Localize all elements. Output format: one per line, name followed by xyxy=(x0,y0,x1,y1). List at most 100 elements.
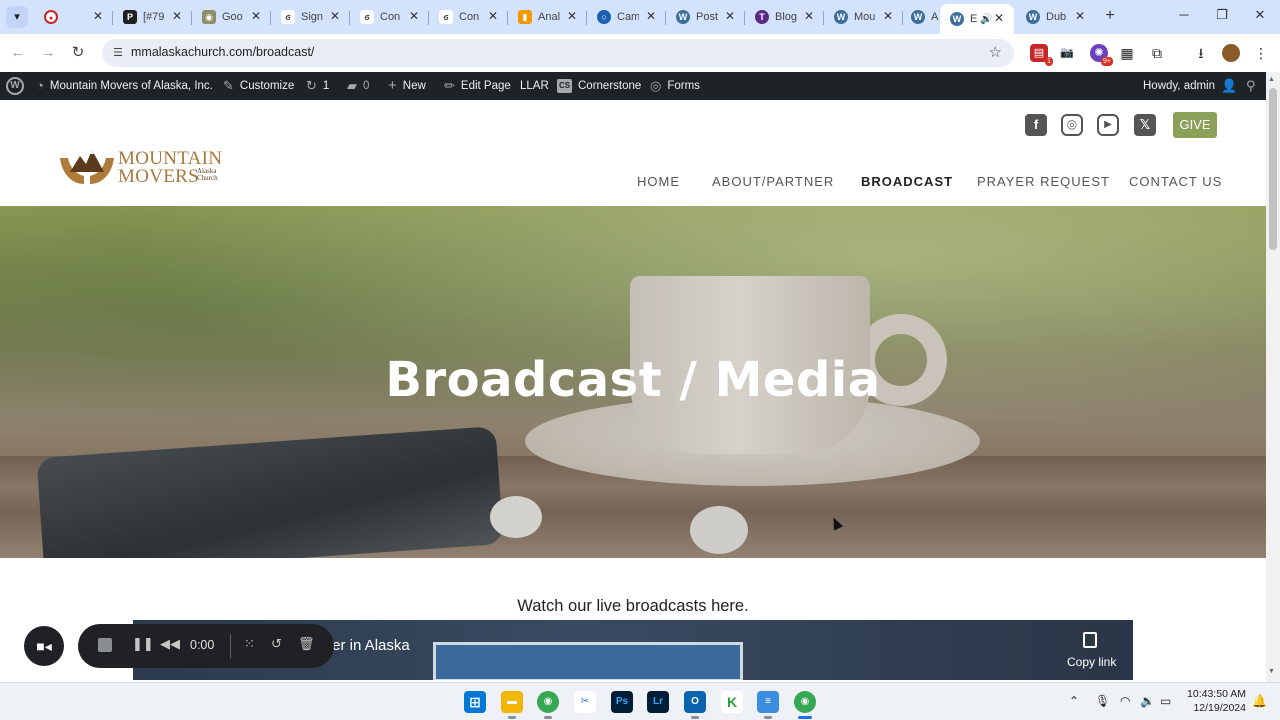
stop-record-icon[interactable] xyxy=(98,638,112,652)
nav-home[interactable]: HOME xyxy=(637,174,680,189)
close-tab-icon[interactable]: ✕ xyxy=(994,11,1004,25)
nav-broadcast[interactable]: BROADCAST xyxy=(861,174,953,189)
close-tab-icon[interactable]: ✕ xyxy=(251,9,261,23)
apps-grid-icon[interactable]: ▦ xyxy=(1118,44,1136,62)
edit-page-link[interactable]: ✏ Edit Page xyxy=(444,72,511,100)
close-tab-icon[interactable]: ✕ xyxy=(409,9,419,23)
close-tab-icon[interactable]: ✕ xyxy=(330,9,340,23)
customize-link[interactable]: ✎ Customize xyxy=(223,72,294,100)
admin-search-icon[interactable]: ⚲ xyxy=(1246,72,1256,100)
notepad-icon[interactable]: ≡ xyxy=(757,691,779,713)
scroll-down-icon[interactable]: ▼ xyxy=(1268,668,1275,675)
youtube-icon[interactable]: ▶ xyxy=(1097,114,1119,136)
browser-tab-active[interactable]: W E 🔊 ✕ xyxy=(940,4,1014,34)
new-tab-button[interactable]: + xyxy=(1100,6,1120,26)
audio-playing-icon[interactable]: 🔊 xyxy=(980,14,992,25)
browser-tab[interactable]: ○ Cam ✕ xyxy=(587,4,666,30)
cornerstone-link[interactable]: CS Cornerstone xyxy=(557,72,641,100)
battery-icon[interactable]: ▭ xyxy=(1160,694,1171,708)
copy-link-icon[interactable] xyxy=(1083,632,1097,648)
close-tab-icon[interactable]: ✕ xyxy=(725,9,735,23)
browser-tab[interactable]: W Post ✕ xyxy=(666,4,745,30)
browser-tab[interactable]: T Blog ✕ xyxy=(745,4,824,30)
llar-link[interactable]: LLAR xyxy=(520,72,549,100)
close-tab-icon[interactable]: ✕ xyxy=(488,9,498,23)
lightroom-icon[interactable]: Lr xyxy=(647,691,669,713)
extension-icon[interactable]: ✺ 9+ xyxy=(1090,44,1113,66)
extensions-puzzle-icon[interactable]: ⧉ xyxy=(1148,44,1166,62)
comments-link[interactable]: ▰ 0 xyxy=(347,72,369,100)
bookmark-star-icon[interactable]: ☆ xyxy=(989,43,1002,61)
facebook-icon[interactable]: f xyxy=(1025,114,1047,136)
site-info-icon[interactable]: ☰ xyxy=(110,45,126,61)
browser-tab[interactable]: ϭ Con ✕ xyxy=(429,4,508,30)
extension-icon[interactable]: ▤ 1 xyxy=(1030,44,1053,66)
close-tab-icon[interactable]: ✕ xyxy=(804,9,814,23)
restart-icon[interactable]: ↺ xyxy=(271,636,282,652)
tray-overflow-icon[interactable]: ⌃ xyxy=(1069,694,1079,708)
wifi-icon[interactable]: ◠ xyxy=(1120,694,1130,708)
browser-tab[interactable]: ● ✕ xyxy=(34,4,113,30)
browser-tab[interactable]: W Abo xyxy=(903,4,939,30)
file-explorer-icon[interactable]: ▬ xyxy=(501,691,523,713)
close-tab-icon[interactable]: ✕ xyxy=(1075,9,1085,23)
outlook-icon[interactable]: O xyxy=(684,691,706,713)
browser-tab[interactable]: ◉ Goo ✕ xyxy=(192,4,271,30)
scroll-up-icon[interactable]: ▲ xyxy=(1268,76,1275,83)
url-text[interactable]: mmalaskachurch.com/broadcast/ xyxy=(131,45,314,59)
site-logo[interactable]: MOUNTAIN MOVERS Alaska Church xyxy=(58,142,228,190)
camera-toggle-icon[interactable]: ■◂ xyxy=(24,626,64,666)
close-window-icon[interactable]: ✕ xyxy=(1250,7,1270,23)
close-tab-icon[interactable]: ✕ xyxy=(93,9,103,23)
updates-link[interactable]: ↻ 1 xyxy=(306,72,329,100)
give-button[interactable]: GIVE xyxy=(1173,112,1217,138)
restore-icon[interactable]: ❐ xyxy=(1212,7,1232,23)
back-icon[interactable]: ← xyxy=(8,43,28,63)
close-tab-icon[interactable]: ✕ xyxy=(172,9,182,23)
tab-search-icon[interactable]: ▾ xyxy=(6,6,28,28)
photoshop-icon[interactable]: Ps xyxy=(611,691,633,713)
volume-icon[interactable]: 🔉 xyxy=(1140,694,1155,708)
delete-icon[interactable]: 🗑 xyxy=(298,636,315,652)
close-tab-icon[interactable]: ✕ xyxy=(883,9,893,23)
menu-kebab-icon[interactable]: ⋮ xyxy=(1252,44,1270,62)
browser-tab[interactable]: ▮ Anal ✕ xyxy=(508,4,587,30)
nav-about-partner[interactable]: ABOUT/PARTNER xyxy=(712,174,834,189)
download-icon[interactable]: ⭳ xyxy=(1192,44,1210,62)
camera-extension-icon[interactable]: 📷 xyxy=(1058,44,1076,62)
new-content-link[interactable]: + New xyxy=(388,72,426,100)
video-title[interactable]: ter in Alaska xyxy=(328,637,410,654)
site-name-link[interactable]: ◔ Mountain Movers of Alaska, Inc. xyxy=(36,72,213,100)
instagram-icon[interactable]: ◎ xyxy=(1061,114,1083,136)
x-icon[interactable]: 𝕏 xyxy=(1134,114,1156,136)
grid-icon[interactable]: ⁙ xyxy=(244,636,255,652)
forms-link[interactable]: ◎ Forms xyxy=(650,72,700,100)
browser-tab[interactable]: P [#79 ✕ xyxy=(113,4,192,30)
scrollbar-thumb[interactable] xyxy=(1269,88,1277,250)
pause-icon[interactable]: ❚❚ xyxy=(132,636,154,652)
browser-tab[interactable]: W Dub ✕ xyxy=(1016,4,1095,30)
address-bar[interactable]: ☰ mmalaskachurch.com/broadcast/ ☆ xyxy=(102,39,1014,67)
notification-bell-icon[interactable]: 🔔 xyxy=(1252,694,1267,708)
browser-tab[interactable]: ϭ Sign ✕ xyxy=(271,4,350,30)
microphone-icon[interactable]: 🎙 xyxy=(1095,694,1110,708)
k-app-icon[interactable]: K xyxy=(721,691,743,713)
snipping-tool-icon[interactable]: ✂ xyxy=(574,691,596,713)
browser-tab[interactable]: ϭ Con ✕ xyxy=(350,4,429,30)
wordpress-menu[interactable]: W xyxy=(6,72,24,100)
minimize-icon[interactable]: ─ xyxy=(1174,7,1194,22)
profile-avatar[interactable] xyxy=(1222,44,1240,62)
chrome-icon[interactable]: ◉ xyxy=(537,691,559,713)
chrome-icon[interactable]: ◉ xyxy=(794,691,816,713)
copy-link-label[interactable]: Copy link xyxy=(1067,655,1116,669)
nav-contact-us[interactable]: CONTACT US xyxy=(1129,174,1222,189)
reload-icon[interactable]: ↻ xyxy=(68,43,88,63)
my-account-link[interactable]: Howdy, admin 👤 xyxy=(1143,72,1237,100)
forward-icon[interactable]: → xyxy=(38,43,58,63)
rewind-icon[interactable]: ◀◀ xyxy=(160,636,180,652)
windows-start-icon[interactable]: ⊞ xyxy=(464,691,486,713)
browser-tab[interactable]: W Mou ✕ xyxy=(824,4,903,30)
system-clock[interactable]: 10:43:50 AM 12/19/2024 xyxy=(1186,687,1246,715)
close-tab-icon[interactable]: ✕ xyxy=(646,9,656,23)
close-tab-icon[interactable]: ✕ xyxy=(567,9,577,23)
